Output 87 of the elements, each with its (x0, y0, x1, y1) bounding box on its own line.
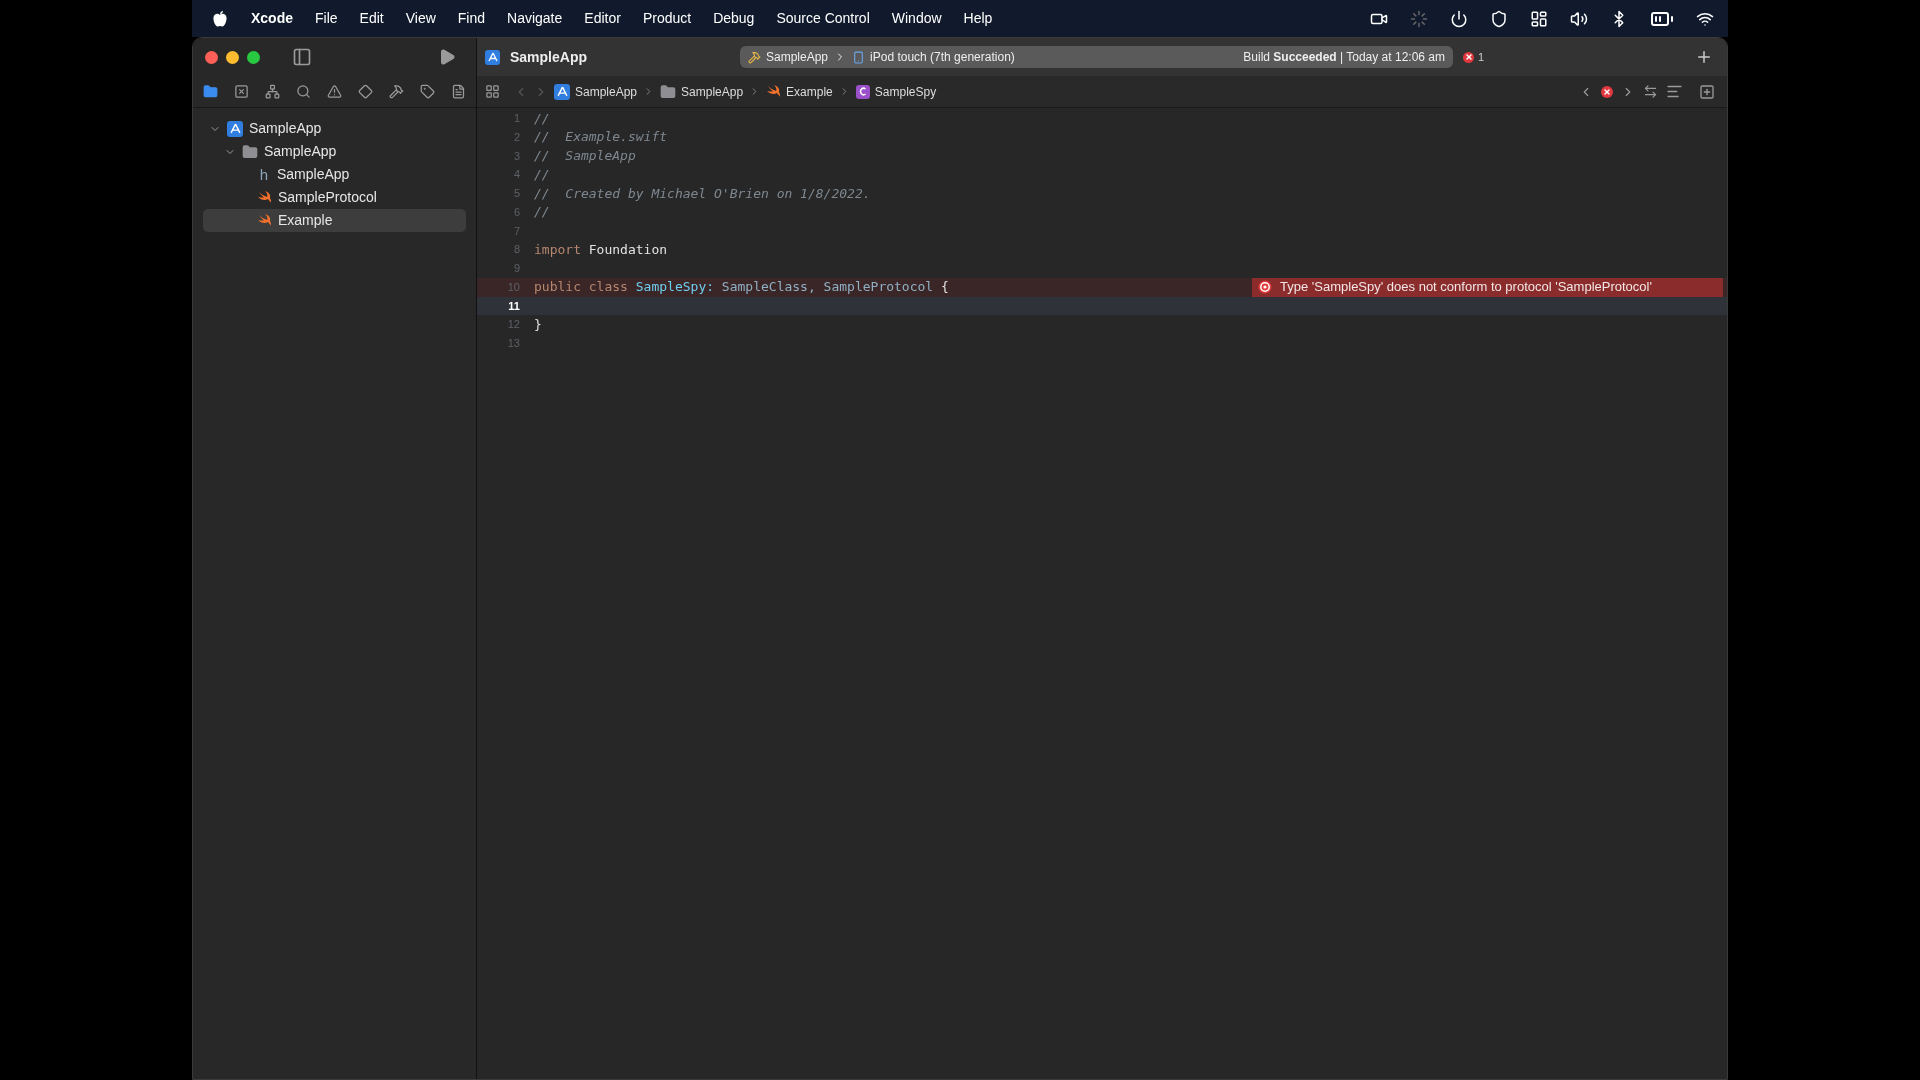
spinner-icon[interactable] (1410, 9, 1428, 28)
device-icon (852, 50, 866, 64)
file-tree-item[interactable]: SampleApp (203, 140, 466, 163)
menu-item[interactable]: Editor (573, 8, 632, 29)
line-number: 5 (512, 186, 520, 202)
app-project-icon (227, 120, 243, 137)
folder-icon[interactable] (203, 84, 218, 99)
breadcrumb[interactable]: SampleApp (660, 82, 744, 101)
app-project-icon (485, 49, 500, 65)
line-number: 4 (512, 167, 520, 183)
window-title: SampleApp (510, 47, 588, 67)
build-status: Build Succeeded | Today at 12:06 am (1243, 49, 1445, 66)
folder-icon (660, 83, 677, 100)
code-line: // SampleApp (534, 147, 636, 166)
line-number: 8 (512, 242, 520, 258)
error-annotation[interactable]: Type 'SampleSpy' does not conform to protocol 'SampleProtocol' (1252, 277, 1723, 297)
line-number: 9 (512, 261, 520, 277)
menu-item[interactable]: Source Control (765, 8, 881, 29)
breadcrumb[interactable]: SampleApp (554, 82, 638, 101)
file-tree-item[interactable]: SampleProtocol (203, 186, 466, 209)
swift-file-icon (257, 214, 272, 227)
line-number: 13 (506, 336, 520, 352)
diamond-icon[interactable] (358, 84, 373, 99)
menu-item[interactable]: Help (952, 8, 1004, 29)
code-line: public class SampleSpy: SampleClass, SampleProtocol { (534, 278, 949, 297)
warning-icon[interactable] (327, 84, 342, 99)
menu-item[interactable]: File (304, 8, 349, 29)
scheme-selector[interactable]: SampleApp (748, 48, 829, 66)
sidebar-toggle-icon[interactable] (292, 47, 312, 67)
breadcrumb[interactable]: SampleSpy (855, 82, 937, 101)
code-line: } (534, 315, 542, 334)
menu-item[interactable]: Debug (702, 8, 766, 29)
code-line: // Created by Michael O'Brien on 1/8/2022. (534, 184, 871, 203)
line-number: 6 (512, 204, 520, 220)
error-icon[interactable] (1601, 85, 1613, 98)
code-line: // (534, 203, 550, 222)
code-line: // (534, 109, 550, 128)
code-line: import Foundation (534, 240, 668, 259)
folder-icon (242, 143, 258, 160)
line-number: 1 (512, 111, 520, 127)
destination-selector[interactable]: iPod touch (7th generation) (852, 48, 1015, 66)
error-icon (1463, 51, 1474, 63)
error-icon (1258, 280, 1272, 295)
source-control-icon[interactable] (234, 84, 249, 99)
line-number: 2 (512, 129, 520, 145)
hierarchy-icon[interactable] (265, 84, 280, 99)
menu-item[interactable]: Find (446, 8, 497, 29)
breadcrumb[interactable]: Example (766, 82, 833, 101)
report-icon[interactable] (451, 84, 466, 99)
code-line: // Example.swift (534, 128, 668, 147)
grid-icon[interactable] (485, 84, 500, 99)
shield-icon[interactable] (1490, 9, 1508, 28)
file-tree-item[interactable]: h SampleApp (203, 163, 466, 186)
app-project-icon (554, 83, 570, 100)
file-tree-item[interactable]: Example (203, 209, 466, 232)
apple-logo-icon[interactable] (212, 9, 228, 28)
power-icon[interactable] (1450, 9, 1468, 28)
run-icon[interactable] (438, 48, 456, 66)
line-number: 11 (507, 298, 520, 314)
add-editor-icon[interactable] (1699, 83, 1715, 100)
line-number: 12 (506, 317, 520, 333)
menu-item[interactable]: Navigate (496, 8, 574, 29)
hammer-icon[interactable] (389, 84, 404, 99)
layout-icon[interactable] (1530, 9, 1548, 28)
add-tab-icon[interactable] (1695, 48, 1713, 66)
menu-item[interactable]: Window (880, 8, 953, 29)
swift-file-icon (257, 191, 272, 204)
tag-icon[interactable] (420, 84, 435, 99)
swift-file-icon (766, 85, 782, 98)
class-icon (855, 84, 870, 99)
menu-item[interactable]: Edit (348, 8, 395, 29)
lines-icon[interactable] (1666, 83, 1683, 100)
swap-icon[interactable] (1643, 84, 1658, 99)
code-line: // (534, 165, 550, 184)
volume-icon[interactable] (1570, 9, 1588, 28)
error-count-badge[interactable]: 1 (1463, 48, 1485, 66)
line-number: 7 (512, 223, 520, 239)
menu-item[interactable]: Xcode (240, 8, 304, 29)
header-file-icon: h (257, 167, 271, 182)
search-icon[interactable] (296, 84, 311, 99)
line-number: 3 (512, 148, 520, 164)
minimize-window-button[interactable] (226, 50, 239, 64)
close-window-button[interactable] (205, 50, 218, 64)
zoom-window-button[interactable] (247, 50, 260, 64)
menu-item[interactable]: View (394, 8, 447, 29)
menu-item[interactable]: Product (631, 8, 703, 29)
file-tree-item[interactable]: SampleApp (203, 117, 466, 140)
